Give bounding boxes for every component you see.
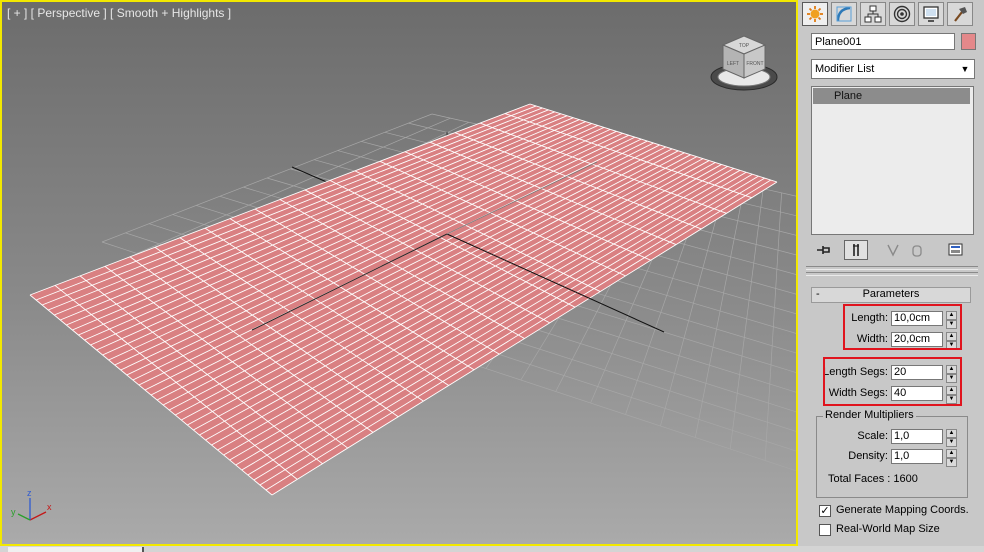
show-end-result-icon bbox=[853, 244, 859, 256]
viewcube[interactable]: TOP LEFT FRONT bbox=[707, 32, 781, 96]
scene-canvas[interactable] bbox=[2, 2, 798, 546]
make-unique-icon bbox=[887, 244, 899, 257]
divider bbox=[806, 266, 978, 270]
axis-z-label: z bbox=[27, 488, 32, 498]
scale-spinner[interactable]: ▲ ▼ bbox=[946, 429, 957, 447]
display-icon bbox=[923, 6, 939, 22]
perspective-viewport[interactable]: [ + ] [ Perspective ] [ Smooth + Highlig… bbox=[0, 0, 798, 546]
pin-stack-button[interactable] bbox=[814, 240, 834, 260]
viewcube-left-face-label: LEFT bbox=[727, 61, 739, 67]
total-faces-text: Total Faces : 1600 bbox=[828, 473, 918, 485]
create-tab[interactable] bbox=[802, 2, 828, 26]
motion-icon bbox=[893, 5, 911, 23]
real-world-map-size-checkbox[interactable] bbox=[819, 524, 831, 536]
collapse-minus-icon[interactable]: - bbox=[816, 288, 820, 301]
make-unique-button[interactable] bbox=[884, 240, 902, 260]
viewcube-right-face-label: FRONT bbox=[746, 61, 763, 67]
plane001-mesh[interactable] bbox=[29, 103, 778, 496]
chevron-down-icon[interactable]: ▼ bbox=[957, 61, 973, 77]
modifier-stack[interactable]: Plane bbox=[811, 86, 974, 235]
viewport-label[interactable]: [ + ] [ Perspective ] [ Smooth + Highlig… bbox=[7, 6, 231, 20]
axis-y-label: y bbox=[11, 507, 16, 517]
modifier-list-label: Modifier List bbox=[815, 63, 875, 75]
stack-item-plane[interactable]: Plane bbox=[813, 88, 970, 104]
segments-highlight bbox=[823, 357, 962, 406]
configure-icon bbox=[948, 243, 963, 256]
configure-modifier-sets-button[interactable] bbox=[946, 240, 966, 260]
divider bbox=[806, 272, 978, 276]
render-multipliers-title: Render Multipliers bbox=[823, 409, 916, 421]
generate-mapping-checkbox[interactable]: ✓ bbox=[819, 505, 831, 517]
show-end-result-button[interactable] bbox=[844, 240, 868, 260]
generate-mapping-label[interactable]: Generate Mapping Coords. bbox=[836, 504, 969, 516]
command-panel: Plane001 Modifier List ▼ Plane - Paramet… bbox=[798, 0, 984, 546]
object-name-field[interactable]: Plane001 bbox=[811, 33, 955, 50]
display-tab[interactable] bbox=[918, 2, 944, 26]
utilities-icon bbox=[954, 7, 967, 22]
create-icon bbox=[807, 6, 823, 22]
axis-x-label: x bbox=[47, 502, 52, 512]
modifier-list-dropdown[interactable]: Modifier List ▼ bbox=[811, 59, 975, 79]
modify-tab[interactable] bbox=[831, 2, 857, 26]
remove-modifier-button[interactable] bbox=[908, 240, 926, 260]
scale-label: Scale: bbox=[857, 430, 888, 442]
parameters-rollout-title: Parameters bbox=[862, 288, 920, 300]
checkmark-icon: ✓ bbox=[820, 505, 830, 517]
object-color-swatch[interactable] bbox=[961, 33, 976, 50]
modify-icon bbox=[836, 6, 852, 22]
hierarchy-tab[interactable] bbox=[860, 2, 886, 26]
trash-icon bbox=[912, 245, 922, 257]
utilities-tab[interactable] bbox=[947, 2, 973, 26]
axis-tripod: x z y bbox=[11, 488, 52, 521]
time-slider-strip[interactable] bbox=[0, 546, 984, 552]
length-width-highlight bbox=[843, 304, 962, 350]
parameters-rollout-header[interactable]: - Parameters bbox=[811, 287, 971, 303]
viewcube-top-face-label: TOP bbox=[739, 43, 750, 49]
pin-icon bbox=[817, 246, 830, 254]
motion-tab[interactable] bbox=[889, 2, 915, 26]
time-slider-thumb[interactable] bbox=[8, 547, 144, 552]
scale-input[interactable]: 1,0 bbox=[891, 429, 943, 444]
hierarchy-icon bbox=[864, 5, 882, 23]
density-input[interactable]: 1,0 bbox=[891, 449, 943, 464]
density-label: Density: bbox=[848, 450, 888, 462]
real-world-map-size-label[interactable]: Real-World Map Size bbox=[836, 523, 940, 535]
density-spinner[interactable]: ▲ ▼ bbox=[946, 449, 957, 467]
